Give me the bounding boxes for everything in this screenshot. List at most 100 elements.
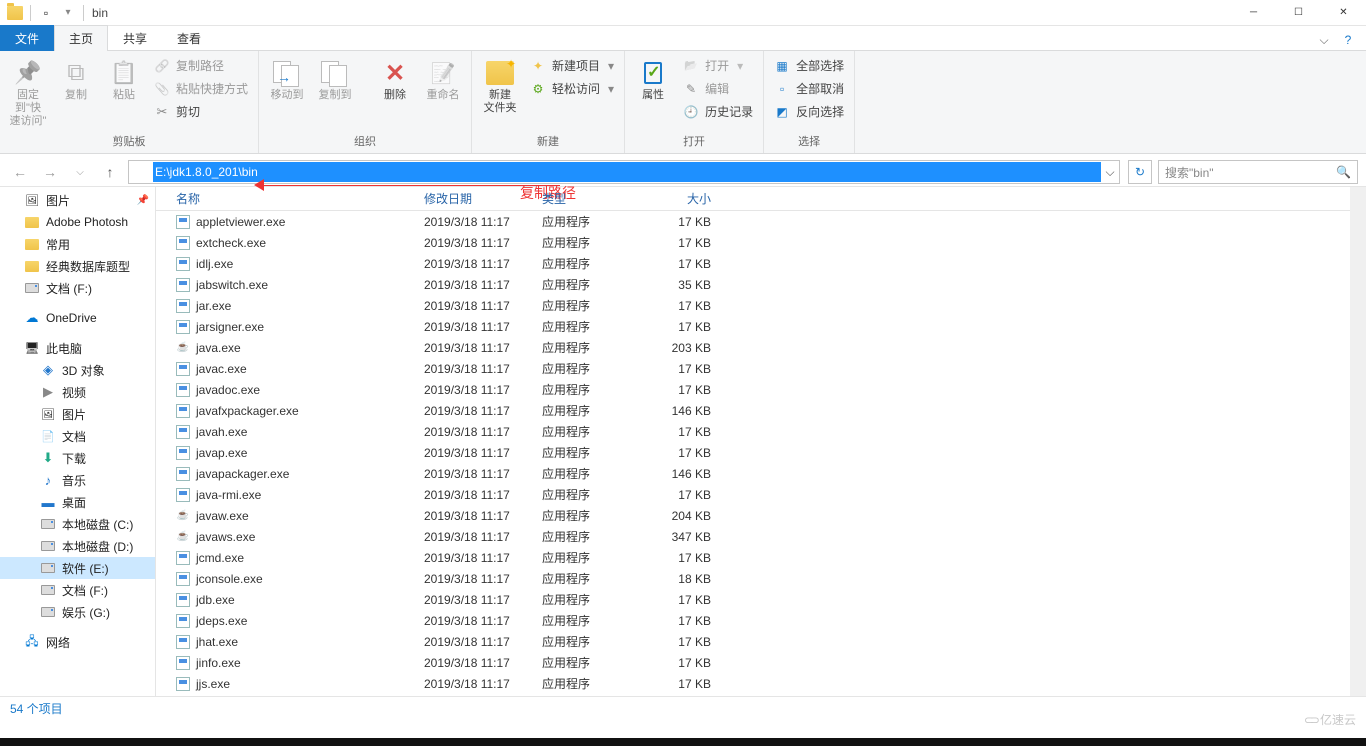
file-row[interactable]: idlj.exe2019/3/18 11:17应用程序17 KB: [156, 253, 1366, 274]
file-size: 17 KB: [649, 614, 727, 628]
properties-button[interactable]: 属性: [631, 55, 675, 102]
file-row[interactable]: extcheck.exe2019/3/18 11:17应用程序17 KB: [156, 232, 1366, 253]
file-row[interactable]: java-rmi.exe2019/3/18 11:17应用程序17 KB: [156, 484, 1366, 505]
file-type: 应用程序: [534, 486, 649, 503]
exe-icon: [176, 488, 190, 502]
paste-shortcut-button[interactable]: 粘贴快捷方式: [150, 78, 252, 99]
file-row[interactable]: javap.exe2019/3/18 11:17应用程序17 KB: [156, 442, 1366, 463]
column-date[interactable]: 修改日期: [416, 190, 534, 207]
file-row[interactable]: jdb.exe2019/3/18 11:17应用程序17 KB: [156, 589, 1366, 610]
file-row[interactable]: jarsigner.exe2019/3/18 11:17应用程序17 KB: [156, 316, 1366, 337]
sidebar-item[interactable]: 此电脑: [0, 337, 155, 359]
file-row[interactable]: jcmd.exe2019/3/18 11:17应用程序17 KB: [156, 547, 1366, 568]
sidebar-item[interactable]: 视频: [0, 381, 155, 403]
history-button[interactable]: 历史记录: [679, 101, 757, 122]
address-dropdown-icon[interactable]: ⌵: [1101, 165, 1119, 180]
file-row[interactable]: javapackager.exe2019/3/18 11:17应用程序146 K…: [156, 463, 1366, 484]
sidebar-item[interactable]: Adobe Photosh: [0, 211, 155, 233]
minimize-button[interactable]: ─: [1231, 0, 1276, 26]
sidebar-item[interactable]: 本地磁盘 (D:): [0, 535, 155, 557]
sidebar-item[interactable]: 图片: [0, 403, 155, 425]
file-row[interactable]: java.exe2019/3/18 11:17应用程序203 KB: [156, 337, 1366, 358]
file-row[interactable]: javaw.exe2019/3/18 11:17应用程序204 KB: [156, 505, 1366, 526]
sidebar-item[interactable]: 娱乐 (G:): [0, 601, 155, 623]
open-button[interactable]: 打开▾: [679, 55, 757, 76]
sidebar-item[interactable]: OneDrive: [0, 307, 155, 329]
select-all-button[interactable]: 全部选择: [770, 55, 848, 76]
sidebar-item[interactable]: 文档: [0, 425, 155, 447]
file-row[interactable]: javaws.exe2019/3/18 11:17应用程序347 KB: [156, 526, 1366, 547]
tab-share[interactable]: 共享: [108, 25, 162, 51]
column-type[interactable]: 类型: [534, 190, 649, 207]
refresh-button[interactable]: ↻: [1128, 160, 1152, 184]
exe-icon: [176, 383, 190, 397]
column-size[interactable]: 大小: [649, 190, 727, 207]
file-row[interactable]: javah.exe2019/3/18 11:17应用程序17 KB: [156, 421, 1366, 442]
exe-icon: [176, 425, 190, 439]
sidebar-item[interactable]: 文档 (F:): [0, 277, 155, 299]
copy-to-button[interactable]: 复制到: [313, 55, 357, 102]
file-name: javapackager.exe: [196, 467, 289, 481]
select-none-button[interactable]: 全部取消: [770, 78, 848, 99]
maximize-button[interactable]: ☐: [1276, 0, 1321, 26]
sidebar-item[interactable]: 文档 (F:): [0, 579, 155, 601]
file-row[interactable]: javac.exe2019/3/18 11:17应用程序17 KB: [156, 358, 1366, 379]
file-row[interactable]: jdeps.exe2019/3/18 11:17应用程序17 KB: [156, 610, 1366, 631]
delete-button[interactable]: 删除: [373, 55, 417, 102]
copy-button[interactable]: 复制: [54, 55, 98, 102]
edit-button[interactable]: 编辑: [679, 78, 757, 99]
up-button[interactable]: ↑: [98, 160, 122, 184]
rename-button[interactable]: 重命名: [421, 55, 465, 102]
easy-access-button[interactable]: 轻松访问▾: [526, 78, 618, 99]
file-row[interactable]: jhat.exe2019/3/18 11:17应用程序17 KB: [156, 631, 1366, 652]
address-bar[interactable]: ⌵: [128, 160, 1120, 184]
invert-selection-button[interactable]: 反向选择: [770, 101, 848, 122]
new-folder-button[interactable]: 新建 文件夹: [478, 55, 522, 115]
sidebar-item[interactable]: 经典数据库题型: [0, 255, 155, 277]
tab-file[interactable]: 文件: [0, 25, 54, 51]
cut-button[interactable]: 剪切: [150, 101, 252, 122]
recent-dropdown[interactable]: ⌵: [68, 160, 92, 184]
column-name[interactable]: 名称: [156, 190, 416, 207]
sidebar-item[interactable]: 本地磁盘 (C:): [0, 513, 155, 535]
file-list[interactable]: appletviewer.exe2019/3/18 11:17应用程序17 KB…: [156, 211, 1366, 696]
qat-dropdown-icon[interactable]: ▾: [57, 2, 79, 24]
tab-home[interactable]: 主页: [54, 25, 108, 51]
close-button[interactable]: ✕: [1321, 0, 1366, 26]
copy-path-button[interactable]: 复制路径: [150, 55, 252, 76]
file-row[interactable]: appletviewer.exe2019/3/18 11:17应用程序17 KB: [156, 211, 1366, 232]
move-to-button[interactable]: → 移动到: [265, 55, 309, 102]
address-input[interactable]: [153, 162, 1101, 182]
sidebar-item[interactable]: 下载: [0, 447, 155, 469]
search-box[interactable]: 搜索"bin" 🔍: [1158, 160, 1358, 184]
sidebar-item[interactable]: 3D 对象: [0, 359, 155, 381]
ribbon-collapse-icon[interactable]: ⌵: [1314, 30, 1334, 50]
sidebar-item[interactable]: 网络: [0, 631, 155, 653]
sidebar-item[interactable]: 常用: [0, 233, 155, 255]
file-row[interactable]: jabswitch.exe2019/3/18 11:17应用程序35 KB: [156, 274, 1366, 295]
navigation-pane[interactable]: 图片📌Adobe Photosh常用经典数据库题型文档 (F:) OneDrive…: [0, 187, 156, 696]
sidebar-item[interactable]: 音乐: [0, 469, 155, 491]
sidebar-label: 3D 对象: [62, 362, 105, 379]
back-button[interactable]: ←: [8, 160, 32, 184]
tab-view[interactable]: 查看: [162, 25, 216, 51]
paste-button[interactable]: 粘贴: [102, 55, 146, 102]
sidebar-item[interactable]: 图片📌: [0, 189, 155, 211]
file-row[interactable]: javadoc.exe2019/3/18 11:17应用程序17 KB: [156, 379, 1366, 400]
sidebar-item[interactable]: 桌面: [0, 491, 155, 513]
help-icon[interactable]: ?: [1338, 30, 1358, 50]
qat-properties-icon[interactable]: ▫: [35, 2, 57, 24]
new-item-button[interactable]: 新建项目▾: [526, 55, 618, 76]
forward-button[interactable]: →: [38, 160, 62, 184]
sidebar-item[interactable]: 软件 (E:): [0, 557, 155, 579]
file-name: jjs.exe: [196, 677, 230, 691]
file-row[interactable]: jjs.exe2019/3/18 11:17应用程序17 KB: [156, 673, 1366, 694]
file-row[interactable]: jar.exe2019/3/18 11:17应用程序17 KB: [156, 295, 1366, 316]
file-row[interactable]: jconsole.exe2019/3/18 11:17应用程序18 KB: [156, 568, 1366, 589]
pin-to-quick-access-button[interactable]: 固定到"快 速访问": [6, 55, 50, 129]
copy-to-icon: [321, 59, 349, 87]
file-row[interactable]: javafxpackager.exe2019/3/18 11:17应用程序146…: [156, 400, 1366, 421]
file-row[interactable]: jinfo.exe2019/3/18 11:17应用程序17 KB: [156, 652, 1366, 673]
exe-icon: [176, 236, 190, 250]
file-list-pane: 名称 修改日期 类型 大小 appletviewer.exe2019/3/18 …: [156, 187, 1366, 696]
